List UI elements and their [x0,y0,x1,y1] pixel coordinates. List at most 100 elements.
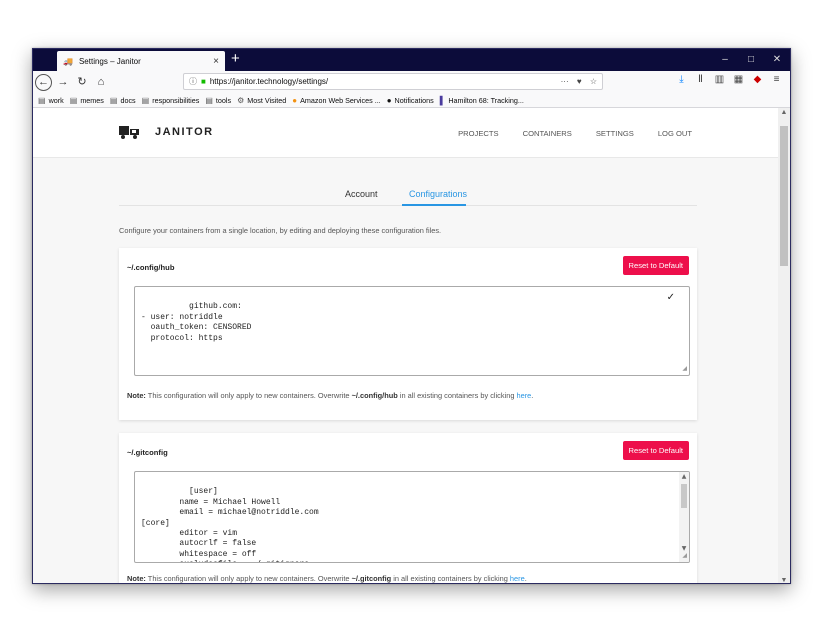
config-note: Note: This configuration will only apply… [127,391,533,400]
home-icon[interactable]: ⌂ [93,74,109,90]
reload-icon[interactable]: ↻ [74,74,90,90]
config-title: ~/.gitconfig [127,448,168,457]
tab-close-icon[interactable]: × [213,56,219,67]
close-window-button[interactable]: ✕ [764,49,790,71]
note-end: . [531,391,534,400]
scroll-up-icon[interactable]: ▲ [679,472,689,482]
settings-main: Account Configurations Configure your co… [119,158,697,583]
page-viewport: JANITOR PROJECTS CONTAINERS SETTINGS LOG… [33,108,780,583]
bookmark-label: work [48,95,64,105]
sidebar-icon[interactable]: ▥ [710,74,729,85]
brand[interactable]: JANITOR [119,125,214,139]
lock-icon[interactable]: ■ [201,77,206,86]
minimize-button[interactable]: – [712,49,738,71]
scroll-up-icon[interactable]: ▲ [778,109,790,116]
bookmark-docs[interactable]: ▤ docs [110,96,136,105]
bookmark-star-icon[interactable]: ☆ [590,77,597,86]
note-label: Note: [127,391,146,400]
bookmark-label: Most Visited [247,95,287,105]
note-end: . [524,574,527,583]
library-icon[interactable]: Ⅱ [691,74,710,85]
bookmark-label: responsibilities [152,95,200,105]
page-actions-icon[interactable]: ··· [561,77,569,86]
ublock-icon[interactable]: ◆ [748,74,767,85]
folder-icon: ▤ [205,95,213,105]
editor-content[interactable]: [user] name = Michael Howell email = mic… [141,487,319,562]
editor-scroll-thumb[interactable] [681,484,687,508]
config-card-hub: ~/.config/hub Reset to Default github.co… [119,248,697,420]
note-text: This configuration will only apply to ne… [145,391,352,400]
url-bar[interactable]: ⓘ ■ https://janitor.technology/settings/… [183,73,603,90]
overwrite-here-link[interactable]: here [510,574,525,583]
config-editor[interactable]: [user] name = Michael Howell email = mic… [134,471,690,563]
tab-title: Settings – Janitor [78,56,141,66]
hamilton-icon: ▌ [439,95,446,105]
gear-icon: ⚙ [237,95,245,105]
page-scrollbar[interactable]: ▲ ▼ [778,108,790,583]
bookmark-most-visited[interactable]: ⚙ Most Visited [237,96,286,105]
bookmark-label: Amazon Web Services ... [300,95,381,105]
folder-icon: ▤ [69,95,78,105]
bookmark-aws[interactable]: ● Amazon Web Services ... [292,96,380,105]
nav-containers[interactable]: CONTAINERS [523,129,572,138]
resize-handle-icon[interactable]: ◢ [682,551,687,561]
navigation-toolbar: ← → ↻ ⌂ ⓘ ■ https://janitor.technology/s… [33,71,790,93]
bookmark-tools[interactable]: ▤ tools [205,96,231,105]
bookmark-memes[interactable]: ▤ memes [70,96,104,105]
truck-icon [119,126,139,139]
download-icon[interactable]: ⤓ [672,74,691,85]
bookmark-responsibilities[interactable]: ▤ responsibilities [142,96,200,105]
config-title: ~/.config/hub [127,263,175,272]
bookmark-label: memes [80,95,104,105]
site-nav: PROJECTS CONTAINERS SETTINGS LOG OUT [434,129,692,138]
bookmark-label: Notifications [394,95,434,105]
window-controls: – □ ✕ [712,49,790,71]
tab-account[interactable]: Account [345,189,378,199]
editor-scrollbar[interactable]: ▲ ▼ [679,472,689,562]
check-icon: ✓ [666,292,675,303]
bookmark-work[interactable]: ▤ work [38,96,64,105]
note-path: ~/.config/hub [351,391,398,400]
note-path: ~/.gitconfig [351,574,392,583]
site-header: JANITOR PROJECTS CONTAINERS SETTINGS LOG… [33,108,780,158]
folder-icon: ▤ [109,95,118,105]
note-label: Note: [127,574,146,583]
forward-arrow-icon[interactable]: → [55,74,71,90]
back-arrow-icon[interactable]: ← [35,73,52,91]
tab-configurations[interactable]: Configurations [409,189,467,199]
intro-text: Configure your containers from a single … [119,226,442,235]
config-editor[interactable]: github.com: - user: notriddle oauth_toke… [134,286,690,376]
bookmark-notifications[interactable]: ● Notifications [387,96,434,105]
bookmark-label: docs [120,95,136,105]
amazon-icon: ● [292,95,298,105]
new-tab-button[interactable]: + [231,50,240,68]
page-scroll-thumb[interactable] [780,126,788,266]
maximize-button[interactable]: □ [738,49,764,71]
active-tab-underline [402,204,466,206]
bookmark-label: Hamilton 68: Tracking... [448,95,524,105]
editor-content[interactable]: github.com: - user: notriddle oauth_toke… [141,302,251,342]
folder-icon: ▤ [38,95,46,105]
title-bar: 🚚 Settings – Janitor × + – □ ✕ [33,49,790,71]
bookmark-label: tools [215,95,232,105]
config-note: Note: This configuration will only apply… [127,574,527,583]
settings-tabs: Account Configurations [119,158,697,206]
overwrite-here-link[interactable]: here [516,391,531,400]
note-text: This configuration will only apply to ne… [145,574,352,583]
nav-settings[interactable]: SETTINGS [596,129,634,138]
nav-projects[interactable]: PROJECTS [458,129,499,138]
extension-icon[interactable]: ▦ [729,74,748,85]
nav-logout[interactable]: LOG OUT [658,129,692,138]
menu-icon[interactable]: ≡ [767,74,786,85]
browser-tab[interactable]: 🚚 Settings – Janitor × [57,51,225,71]
url-text[interactable]: https://janitor.technology/settings/ [210,77,555,86]
reset-to-default-button[interactable]: Reset to Default [622,441,689,460]
resize-handle-icon[interactable]: ◢ [682,364,687,374]
pocket-icon[interactable]: ♥ [577,77,582,86]
info-icon[interactable]: ⓘ [189,76,197,87]
reset-to-default-button[interactable]: Reset to Default [622,256,689,275]
bookmark-hamilton[interactable]: ▌ Hamilton 68: Tracking... [440,96,524,105]
folder-icon: ▤ [141,95,150,105]
scroll-down-icon[interactable]: ▼ [778,577,790,583]
browser-window: 🚚 Settings – Janitor × + – □ ✕ ← → ↻ ⌂ ⓘ… [32,48,791,584]
